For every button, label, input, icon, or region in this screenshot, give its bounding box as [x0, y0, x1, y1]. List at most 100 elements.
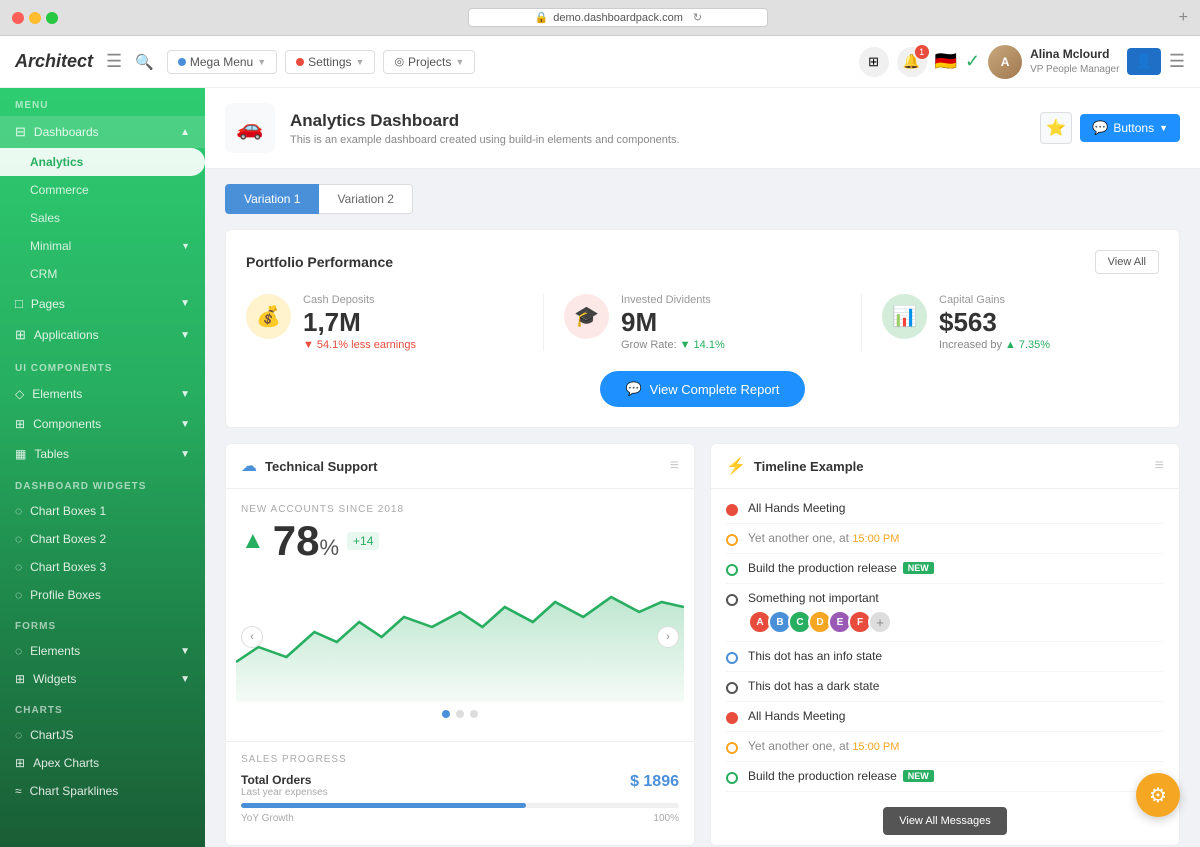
nav-menu-icon[interactable]: ☰ — [1169, 51, 1185, 72]
sidebar-item-sales[interactable]: Sales — [0, 204, 205, 232]
tl-content-6: This dot has a dark state — [748, 679, 1164, 693]
settings-btn[interactable]: Settings ▼ — [285, 50, 375, 74]
portfolio-card: Portfolio Performance View All 💰 Cash De… — [225, 229, 1180, 428]
sidebar-item-dashboards[interactable]: ⊟ Dashboards ▲ — [0, 116, 205, 148]
timeline-item-9: Build the production release NEW — [726, 762, 1164, 792]
chart-label: NEW ACCOUNTS SINCE 2018 — [241, 504, 679, 515]
chart-delta: +14 — [347, 532, 379, 550]
dot-green — [46, 12, 58, 24]
page-header-text: Analytics Dashboard This is an example d… — [290, 111, 680, 146]
timeline-item-4: Something not important A B C D E F + — [726, 584, 1164, 642]
sidebar-item-apex-charts[interactable]: ⊞ Apex Charts — [0, 749, 205, 777]
progress-fill — [241, 803, 526, 808]
tl-content-7: All Hands Meeting — [748, 709, 1164, 723]
sidebar-item-crm[interactable]: CRM — [0, 260, 205, 288]
sidebar-item-profile-boxes[interactable]: ◌ Profile Boxes — [0, 581, 205, 609]
sidebar-item-pages[interactable]: □ Pages ▼ — [0, 288, 205, 319]
pages-icon: □ — [15, 296, 23, 311]
chart-nav-right[interactable]: › — [657, 626, 679, 648]
sidebar-item-commerce[interactable]: Commerce — [0, 176, 205, 204]
chart-dot-3[interactable] — [470, 710, 478, 718]
chart-nav-left[interactable]: ‹ — [241, 626, 263, 648]
tech-support-menu-icon[interactable]: ≡ — [670, 457, 679, 475]
view-all-button[interactable]: View All — [1095, 250, 1159, 274]
sidebar-item-chart-boxes-1[interactable]: ◌ Chart Boxes 1 — [0, 497, 205, 525]
chart-dot-1[interactable] — [442, 710, 450, 718]
crm-label: CRM — [30, 267, 57, 281]
check-status[interactable]: ✓ — [965, 51, 980, 72]
sidebar-item-analytics[interactable]: Analytics — [0, 148, 205, 176]
sidebar-item-chart-sparklines[interactable]: ≈ Chart Sparklines — [0, 777, 205, 805]
sidebar-item-components[interactable]: ⊞ Components ▼ — [0, 409, 205, 439]
metric-label-invested: Invested Dividents — [621, 294, 725, 306]
timeline-list: All Hands Meeting Yet another one, at 15… — [711, 489, 1179, 797]
metric-label-cash: Cash Deposits — [303, 294, 416, 306]
url-text: demo.dashboardpack.com — [553, 12, 683, 24]
browser-chrome: 🔒 demo.dashboardpack.com ↻ + — [0, 0, 1200, 36]
tl-dot-red-1 — [726, 504, 738, 516]
chart-dot-2[interactable] — [456, 710, 464, 718]
search-icon[interactable]: 🔍 — [135, 53, 154, 71]
tab-variation1[interactable]: Variation 1 — [225, 184, 319, 214]
chart-boxes-2-icon: ◌ — [15, 532, 22, 546]
tl-content-9: Build the production release NEW — [748, 769, 1164, 783]
chart-area — [236, 597, 684, 702]
sidebar-item-chart-boxes-3[interactable]: ◌ Chart Boxes 3 — [0, 553, 205, 581]
projects-btn[interactable]: ◎ Projects ▼ — [383, 50, 475, 74]
hamburger-icon[interactable]: ☰ — [106, 51, 122, 72]
new-badge-3: NEW — [903, 562, 934, 574]
sidebar-item-minimal[interactable]: Minimal ▼ — [0, 232, 205, 260]
browser-new-tab[interactable]: + — [1179, 9, 1188, 27]
timeline-header: ⚡ Timeline Example ≡ — [711, 444, 1179, 489]
dashboards-icon: ⊟ — [15, 124, 26, 140]
sidebar-item-chart-boxes-2[interactable]: ◌ Chart Boxes 2 — [0, 525, 205, 553]
tl-dot-yellow-2 — [726, 534, 738, 546]
tables-icon: ▦ — [15, 447, 26, 461]
sidebar-section-widgets: DASHBOARD WIDGETS — [0, 469, 205, 497]
metric-change-cash: ▼ 54.1% less earnings — [303, 339, 416, 351]
metric-icon-capital: 📊 — [882, 294, 927, 339]
mega-menu-btn[interactable]: Mega Menu ▼ — [167, 50, 277, 74]
dot-red — [12, 12, 24, 24]
sidebar-section-forms: FORMS — [0, 609, 205, 637]
blue-user-btn[interactable]: 👤 — [1127, 48, 1160, 75]
elements-label: Elements — [32, 387, 82, 401]
grid-icon-btn[interactable]: ⊞ — [859, 47, 889, 77]
sidebar-item-form-elements[interactable]: ◌ Elements ▼ — [0, 637, 205, 665]
sidebar-item-applications[interactable]: ⊞ Applications ▼ — [0, 319, 205, 351]
total-orders-sub: Last year expenses — [241, 787, 328, 798]
url-bar[interactable]: 🔒 demo.dashboardpack.com ↻ — [468, 8, 768, 27]
view-complete-report-btn[interactable]: 💬 View Complete Report — [600, 371, 804, 407]
form-elements-chevron: ▼ — [180, 646, 190, 657]
portfolio-metrics: 💰 Cash Deposits 1,7M ▼ 54.1% less earnin… — [246, 294, 1159, 351]
sidebar-item-form-widgets[interactable]: ⊞ Widgets ▼ — [0, 665, 205, 693]
apex-charts-icon: ⊞ — [15, 756, 25, 770]
buttons-dropdown[interactable]: 💬 Buttons ▼ — [1080, 114, 1180, 142]
timeline-item-7: All Hands Meeting — [726, 702, 1164, 732]
timeline-item-6: This dot has a dark state — [726, 672, 1164, 702]
total-orders-amount: $ 1896 — [630, 773, 679, 791]
sidebar-item-tables[interactable]: ▦ Tables ▼ — [0, 439, 205, 469]
pages-label: Pages — [31, 297, 65, 311]
sidebar-item-elements[interactable]: ◇ Elements ▼ — [0, 379, 205, 409]
chart-boxes-1-icon: ◌ — [15, 504, 22, 518]
tl-content-3: Build the production release NEW — [748, 561, 1164, 575]
settings-fab[interactable]: ⚙ — [1136, 773, 1180, 817]
components-chevron: ▼ — [180, 419, 190, 430]
flag-de[interactable]: 🇩🇪 — [935, 51, 957, 72]
star-button[interactable]: ⭐ — [1040, 112, 1072, 144]
sidebar-section-ui: UI COMPONENTS — [0, 351, 205, 379]
browser-dots — [12, 12, 58, 24]
analytics-label: Analytics — [30, 155, 83, 169]
metric-value-capital: $563 — [939, 309, 1050, 335]
commerce-label: Commerce — [30, 183, 89, 197]
view-all-messages-btn[interactable]: View All Messages — [883, 807, 1007, 835]
timeline-menu-icon[interactable]: ≡ — [1155, 457, 1164, 475]
tab-variation2[interactable]: Variation 2 — [319, 184, 412, 214]
tech-support-header: ☁ Technical Support ≡ — [226, 444, 694, 489]
total-orders-label: Total Orders — [241, 773, 328, 787]
notification-bell[interactable]: 🔔 1 — [897, 47, 927, 77]
timeline-item-2: Yet another one, at 15:00 PM — [726, 524, 1164, 554]
applications-label: Applications — [34, 328, 99, 342]
sidebar-item-chartjs[interactable]: ◌ ChartJS — [0, 721, 205, 749]
